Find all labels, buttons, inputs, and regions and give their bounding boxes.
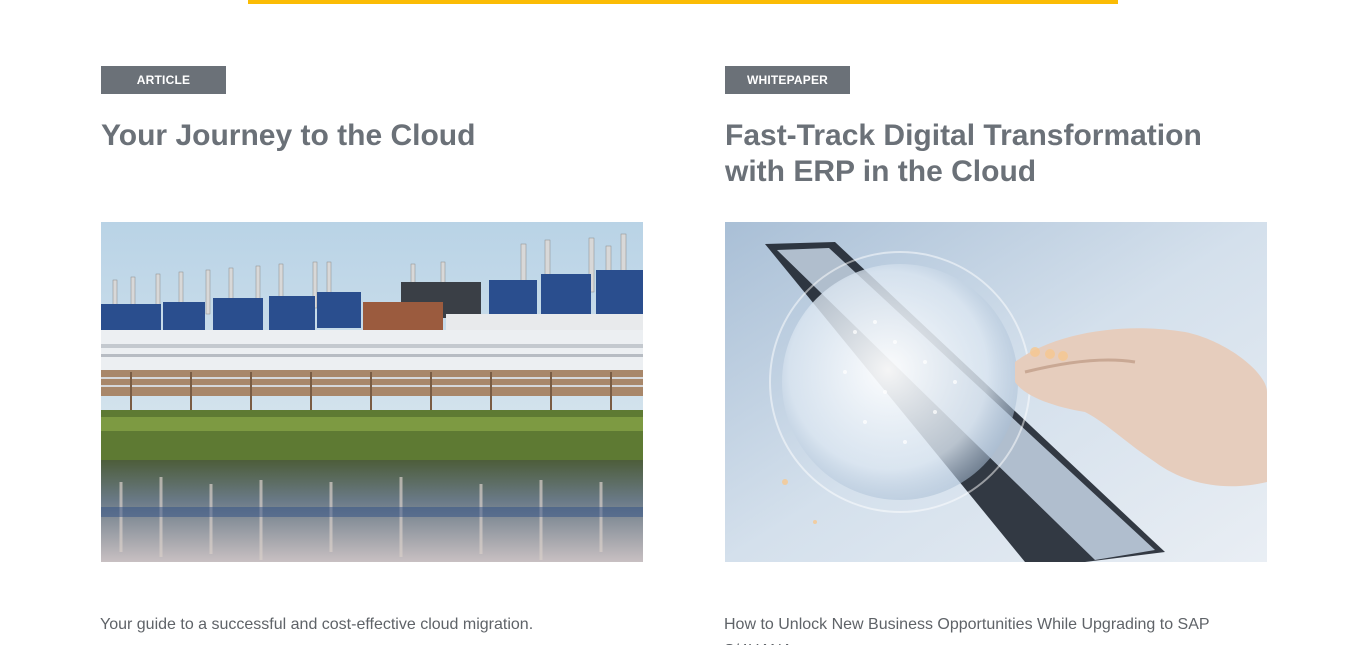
content-type-badge: ARTICLE — [101, 66, 226, 94]
content-type-badge: WHITEPAPER — [725, 66, 850, 94]
data-center-image[interactable] — [101, 222, 643, 562]
resource-card-article[interactable]: ARTICLE Your Journey to the Cloud Your g… — [100, 66, 643, 633]
card-title[interactable]: Fast-Track Digital Transformation with E… — [725, 118, 1267, 190]
accent-bar — [248, 0, 1118, 4]
card-description: How to Unlock New Business Opportunities… — [724, 616, 1210, 645]
page: ARTICLE Your Journey to the Cloud Your g… — [0, 0, 1366, 645]
tablet-globe-image[interactable] — [725, 222, 1267, 562]
card-title[interactable]: Your Journey to the Cloud — [101, 118, 643, 154]
resource-card-whitepaper[interactable]: WHITEPAPER Fast-Track Digital Transforma… — [724, 66, 1267, 645]
card-description: Your guide to a successful and cost-effe… — [100, 616, 534, 633]
